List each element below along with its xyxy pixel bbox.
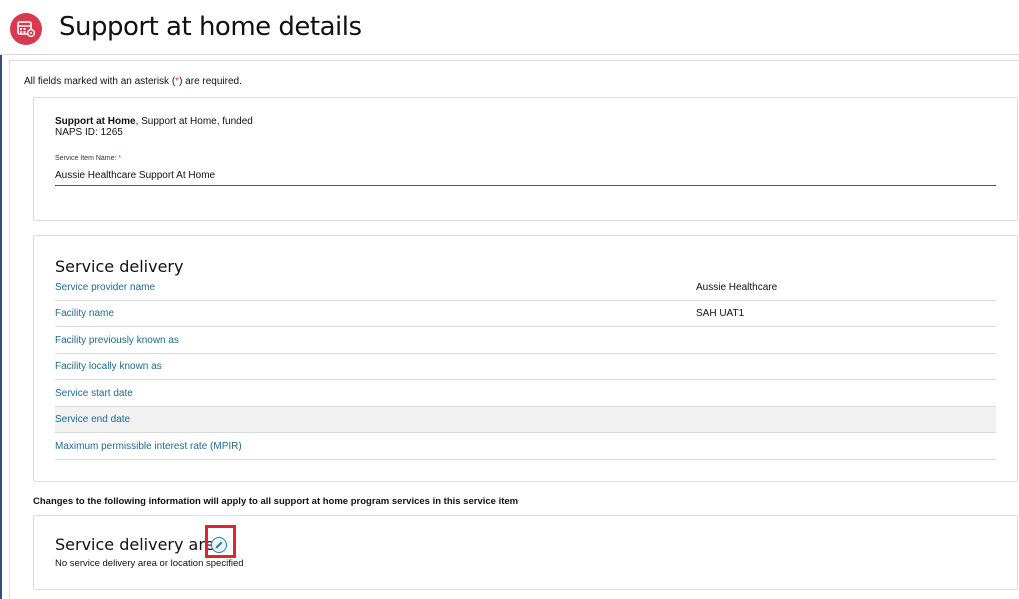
table-row: Service provider name Aussie Healthcare — [55, 275, 996, 301]
row-label: Service provider name — [55, 282, 156, 293]
naps-id: NAPS ID: 1265 — [55, 127, 123, 138]
service-delivery-area-title: Service delivery area — [55, 535, 225, 554]
page-header: Support at home details — [0, 0, 1019, 55]
program-details: , Support at Home, funded — [135, 116, 253, 127]
row-label: Maximum permissible interest rate (MPIR) — [55, 441, 242, 452]
table-row: Facility locally known as — [55, 354, 996, 380]
no-service-area-text: No service delivery area or location spe… — [55, 558, 244, 569]
row-label: Service start date — [55, 388, 133, 399]
row-label: Facility locally known as — [55, 361, 162, 372]
highlight-box — [205, 525, 236, 558]
table-row: Service end date — [55, 407, 996, 433]
table-row: Service start date — [55, 381, 996, 407]
page-title: Support at home details — [59, 12, 362, 42]
required-note-prefix: All fields marked with an asterisk ( — [24, 76, 176, 87]
row-value: SAH UAT1 — [696, 308, 745, 319]
row-value: Aussie Healthcare — [696, 282, 778, 293]
service-item-name-label: Service Item Name: * — [55, 155, 121, 162]
required-note-suffix: ) are required. — [179, 76, 242, 87]
row-label: Facility previously known as — [55, 335, 179, 346]
table-row: Facility name SAH UAT1 — [55, 301, 996, 327]
service-item-summary: Support at Home, Support at Home, funded… — [55, 116, 253, 138]
service-delivery-title: Service delivery — [55, 257, 184, 276]
table-row: Facility previously known as — [55, 328, 996, 354]
input-underline — [55, 185, 996, 186]
calendar-gear-icon — [10, 13, 42, 45]
required-asterisk: * — [118, 155, 122, 162]
service-item-name-label-text: Service Item Name: — [55, 155, 117, 162]
service-item-name-input[interactable]: Aussie Healthcare Support At Home — [55, 170, 215, 181]
row-label: Facility name — [55, 308, 114, 319]
row-label: Service end date — [55, 414, 131, 425]
required-fields-note: All fields marked with an asterisk (*) a… — [24, 76, 242, 87]
changes-note: Changes to the following information wil… — [33, 496, 519, 507]
program-name: Support at Home — [55, 116, 136, 127]
table-row: Maximum permissible interest rate (MPIR) — [55, 434, 996, 460]
